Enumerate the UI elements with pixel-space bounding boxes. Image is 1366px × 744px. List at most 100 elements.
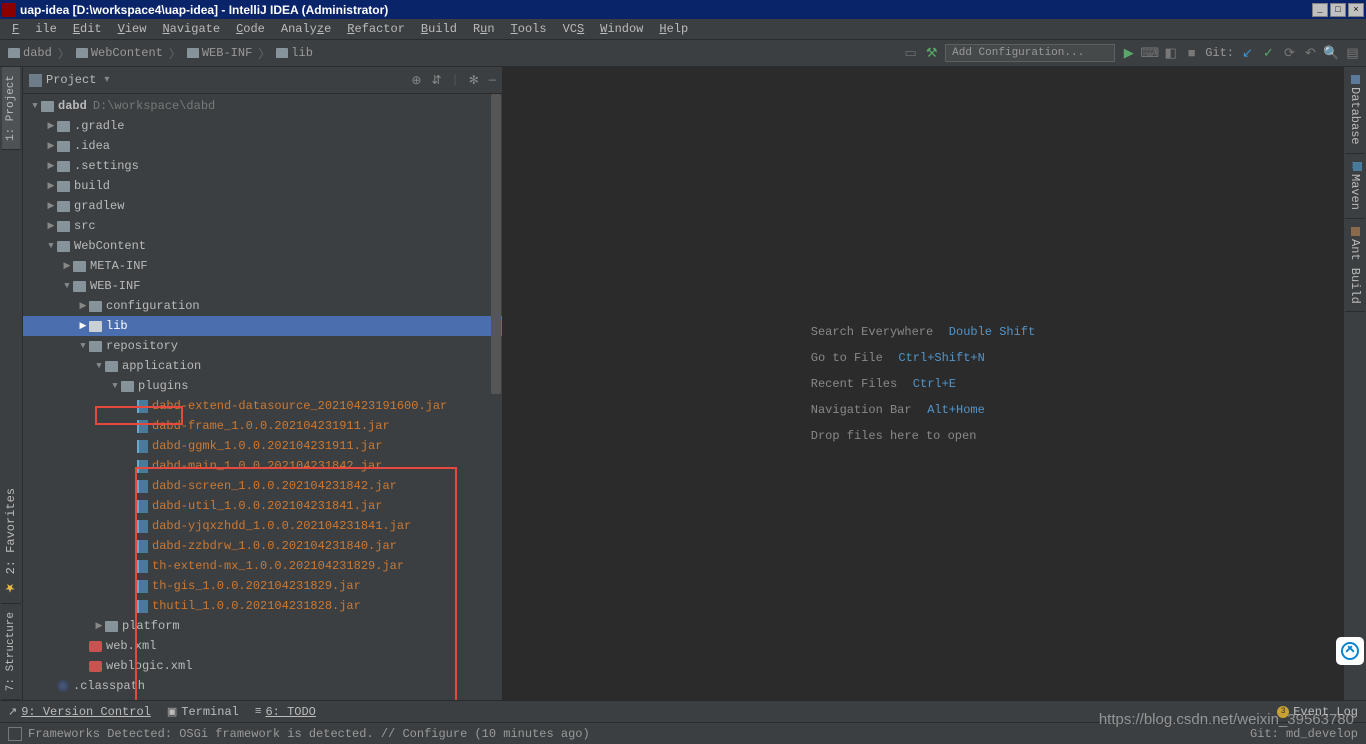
menu-vcs[interactable]: VCS <box>555 20 593 38</box>
minimize-button[interactable]: _ <box>1312 3 1328 17</box>
tree-folder-plugins[interactable]: ▼plugins <box>23 376 502 396</box>
welcome-nav-key: Alt+Home <box>927 403 985 417</box>
stop-icon[interactable]: ■ <box>1184 46 1199 61</box>
tree-file-classpath[interactable]: .classpath <box>23 676 502 696</box>
tree-folder-configuration[interactable]: ▶configuration <box>23 296 502 316</box>
vcs-commit-icon[interactable]: ✓ <box>1261 46 1276 61</box>
panel-title[interactable]: Project <box>46 73 96 87</box>
menu-code[interactable]: Code <box>228 20 273 38</box>
run-icon[interactable]: ▶ <box>1121 46 1136 61</box>
tree-folder-platform[interactable]: ▶platform <box>23 616 502 636</box>
left-tool-stripe: 1: Project ★ 2: Favorites 7: Structure <box>0 67 23 700</box>
welcome-goto-label: Go to File <box>811 351 883 365</box>
tree-jar[interactable]: thutil_1.0.0.202104231828.jar <box>23 596 502 616</box>
welcome-goto-key: Ctrl+Shift+N <box>898 351 984 365</box>
menu-view[interactable]: View <box>110 20 155 38</box>
welcome-recent-label: Recent Files <box>811 377 897 391</box>
tab-project[interactable]: 1: Project <box>2 67 20 150</box>
search-icon[interactable]: 🔍 <box>1324 46 1339 61</box>
teamviewer-icon[interactable] <box>1336 637 1364 665</box>
tree-folder-src[interactable]: ▶src <box>23 216 502 236</box>
gear-icon[interactable]: ✻ <box>469 73 479 88</box>
welcome-nav-label: Navigation Bar <box>811 403 912 417</box>
tree-folder-settings[interactable]: ▶.settings <box>23 156 502 176</box>
tree-jar[interactable]: th-gis_1.0.0.202104231829.jar <box>23 576 502 596</box>
tree-folder-application[interactable]: ▼application <box>23 356 502 376</box>
menu-window[interactable]: Window <box>592 20 651 38</box>
tree-folder-webinf[interactable]: ▼WEB-INF <box>23 276 502 296</box>
menu-analyze[interactable]: Analyze <box>273 20 339 38</box>
tree-scrollbar-thumb[interactable] <box>491 94 501 394</box>
coverage-icon[interactable]: ◧ <box>1163 46 1178 61</box>
maximize-button[interactable]: □ <box>1330 3 1346 17</box>
tab-todo[interactable]: ≡ 6: TODO <box>255 705 316 719</box>
menu-file[interactable]: File <box>4 20 65 38</box>
hide-icon[interactable]: — <box>489 73 496 87</box>
menu-tools[interactable]: Tools <box>503 20 555 38</box>
tree-file-webxml[interactable]: web.xml <box>23 636 502 656</box>
tree-folder-lib[interactable]: ▶lib <box>23 316 502 336</box>
menu-run[interactable]: Run <box>465 20 503 38</box>
tree-folder-webcontent[interactable]: ▼WebContent <box>23 236 502 256</box>
menu-navigate[interactable]: Navigate <box>154 20 228 38</box>
status-bar: Frameworks Detected: OSGi framework is d… <box>0 722 1366 744</box>
tree-folder-metainf[interactable]: ▶META-INF <box>23 256 502 276</box>
tree-root[interactable]: ▼dabdD:\workspace\dabd <box>23 96 502 116</box>
project-tree[interactable]: ▼dabdD:\workspace\dabd ▶.gradle ▶.idea ▶… <box>23 94 502 700</box>
tree-folder-gradle[interactable]: ▶.gradle <box>23 116 502 136</box>
menubar: File Edit View Navigate Code Analyze Ref… <box>0 19 1366 40</box>
app-icon <box>2 3 16 17</box>
ide-settings-icon[interactable]: ▤ <box>1345 46 1360 61</box>
vcs-update-icon[interactable]: ↙ <box>1240 46 1255 61</box>
scroll-to-source-icon[interactable]: ⊕ <box>411 73 421 88</box>
hammer-icon[interactable]: ⚒ <box>924 46 939 61</box>
window-controls: _ □ × <box>1312 3 1364 17</box>
tree-jar[interactable]: dabd-util_1.0.0.202104231841.jar <box>23 496 502 516</box>
right-tool-stripe: Database mMaven Ant Build <box>1343 67 1366 700</box>
editor-empty-state: Search Everywhere Double Shift Go to Fil… <box>503 67 1343 700</box>
tree-folder-build[interactable]: ▶build <box>23 176 502 196</box>
bottom-tool-stripe: ↗ 9: Version Control ▣ Terminal ≡ 6: TOD… <box>0 700 1366 722</box>
tab-ant[interactable]: Ant Build <box>1345 219 1365 313</box>
tree-jar[interactable]: dabd-extend-datasource_20210423191600.ja… <box>23 396 502 416</box>
tree-jar[interactable]: dabd-main_1.0.0.202104231842.jar <box>23 456 502 476</box>
tab-database[interactable]: Database <box>1345 67 1365 154</box>
git-branch-widget[interactable]: Git: md_develop <box>1250 727 1358 741</box>
tab-favorites[interactable]: ★ 2: Favorites <box>1 480 21 604</box>
tree-folder-gradlew[interactable]: ▶gradlew <box>23 196 502 216</box>
debug-icon[interactable]: ⌨ <box>1142 46 1157 61</box>
revert-icon[interactable]: ↶ <box>1303 46 1318 61</box>
tree-jar[interactable]: dabd-screen_1.0.0.202104231842.jar <box>23 476 502 496</box>
run-configuration-selector[interactable]: Add Configuration... <box>945 44 1115 62</box>
history-icon[interactable]: ⟳ <box>1282 46 1297 61</box>
tree-jar[interactable]: dabd-ggmk_1.0.0.202104231911.jar <box>23 436 502 456</box>
tree-folder-idea[interactable]: ▶.idea <box>23 136 502 156</box>
welcome-search-label: Search Everywhere <box>811 325 933 339</box>
toolwindow-toggle-icon[interactable] <box>8 727 22 741</box>
build-icon[interactable]: ▭ <box>903 46 918 61</box>
tab-structure[interactable]: 7: Structure <box>2 604 20 700</box>
close-button[interactable]: × <box>1348 3 1364 17</box>
tree-jar[interactable]: th-extend-mx_1.0.0.202104231829.jar <box>23 556 502 576</box>
welcome-search-key: Double Shift <box>949 325 1035 339</box>
welcome-recent-key: Ctrl+E <box>913 377 956 391</box>
tree-file-weblogicxml[interactable]: weblogic.xml <box>23 656 502 676</box>
tree-jar[interactable]: dabd-frame_1.0.0.202104231911.jar <box>23 416 502 436</box>
tab-maven[interactable]: mMaven <box>1345 154 1365 219</box>
crumb-dabd[interactable]: dabd <box>6 46 54 60</box>
menu-refactor[interactable]: Refactor <box>339 20 413 38</box>
chevron-down-icon[interactable]: ▾ <box>104 74 109 86</box>
tree-jar[interactable]: dabd-zzbdrw_1.0.0.202104231840.jar <box>23 536 502 556</box>
menu-build[interactable]: Build <box>413 20 465 38</box>
tab-terminal[interactable]: ▣ Terminal <box>167 705 239 719</box>
tree-jar[interactable]: dabd-yjqxzhdd_1.0.0.202104231841.jar <box>23 516 502 536</box>
tab-version-control[interactable]: ↗ 9: Version Control <box>8 705 151 719</box>
event-log-button[interactable]: 3 Event Log <box>1277 705 1358 719</box>
crumb-lib[interactable]: lib <box>274 46 315 60</box>
tree-folder-repository[interactable]: ▼repository <box>23 336 502 356</box>
collapse-all-icon[interactable]: ⇵ <box>431 73 441 88</box>
menu-edit[interactable]: Edit <box>65 20 110 38</box>
menu-help[interactable]: Help <box>651 20 696 38</box>
crumb-webinf[interactable]: WEB-INF <box>185 46 254 60</box>
crumb-webcontent[interactable]: WebContent <box>74 46 165 60</box>
